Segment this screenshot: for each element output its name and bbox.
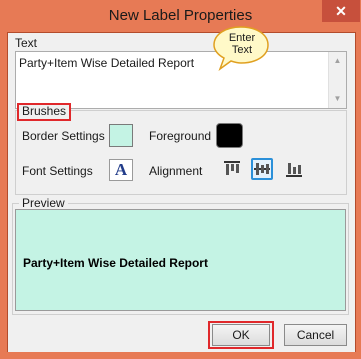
dialog-window: New Label Properties ✕ Text Party+Item W… xyxy=(0,0,361,359)
align-center-button[interactable] xyxy=(251,158,273,180)
foreground-color-swatch[interactable] xyxy=(216,123,243,148)
foreground-label: Foreground xyxy=(149,129,212,143)
label-text-input[interactable]: Party+Item Wise Detailed Report ▲ ▼ xyxy=(15,51,347,109)
preview-area: Party+Item Wise Detailed Report xyxy=(15,209,346,311)
align-bottom-icon xyxy=(286,163,302,177)
font-settings-label: Font Settings xyxy=(22,164,93,178)
enter-text-callout: Enter Text xyxy=(212,25,270,72)
window-bottom-border xyxy=(0,352,361,359)
label-text-value: Party+Item Wise Detailed Report xyxy=(19,56,195,70)
textbox-scrollbar[interactable]: ▲ ▼ xyxy=(328,52,346,108)
border-color-swatch[interactable] xyxy=(109,124,133,147)
font-settings-button[interactable]: A xyxy=(109,159,133,181)
callout-text: Enter Text xyxy=(228,32,256,56)
close-button[interactable]: ✕ xyxy=(322,0,360,22)
border-settings-label: Border Settings xyxy=(22,129,105,143)
align-bottom-button[interactable] xyxy=(283,158,305,180)
brushes-label: Brushes xyxy=(17,103,72,121)
preview-label: Preview xyxy=(19,196,68,210)
dialog-body: Text Party+Item Wise Detailed Report ▲ ▼… xyxy=(7,26,356,354)
scroll-down-icon[interactable]: ▼ xyxy=(329,92,346,106)
ok-button[interactable]: OK xyxy=(212,324,270,346)
brushes-group xyxy=(15,110,347,195)
scroll-up-icon[interactable]: ▲ xyxy=(329,54,346,68)
alignment-label: Alignment xyxy=(149,164,203,178)
preview-text: Party+Item Wise Detailed Report xyxy=(23,256,208,270)
title-bar[interactable]: New Label Properties ✕ xyxy=(0,0,361,32)
text-label: Text xyxy=(15,36,38,50)
cancel-button[interactable]: Cancel xyxy=(284,324,347,346)
align-top-icon xyxy=(224,161,240,175)
window-title: New Label Properties xyxy=(108,7,253,24)
align-top-button[interactable] xyxy=(221,158,243,180)
align-center-icon xyxy=(254,163,270,175)
